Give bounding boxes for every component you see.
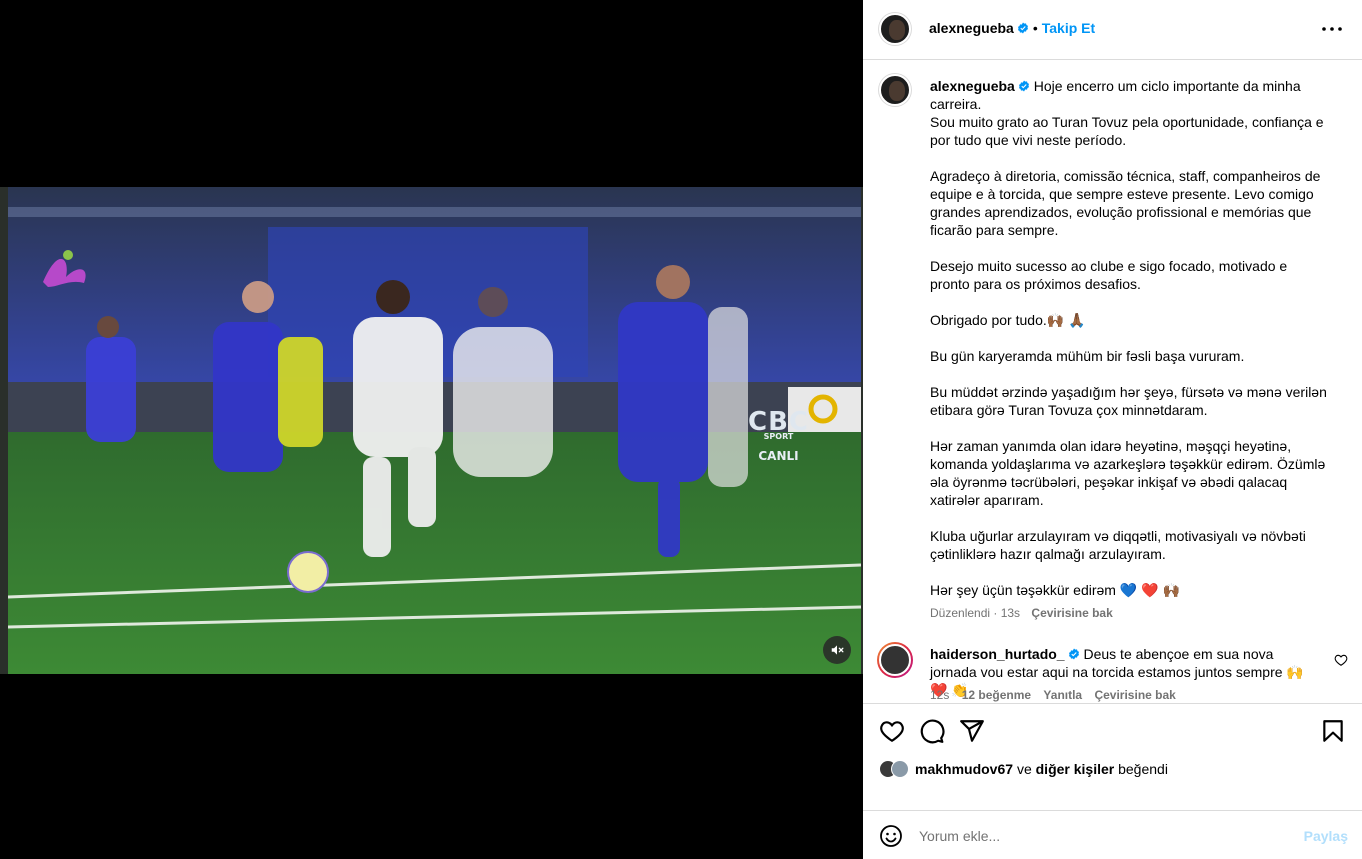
liker-avatar[interactable] [891,760,909,778]
caption-meta: Düzenlendi · 13s Çevirisine bak [930,606,1113,620]
channel-watermark: CBC SPORT CANLI [748,407,809,463]
emoji-icon[interactable] [879,824,903,848]
verified-badge-icon [1017,22,1028,34]
speaker-muted-icon [831,645,844,655]
likes-suffix: beğendi [1118,761,1168,777]
author-line: alexnegueba • Takip Et [929,20,1095,36]
caption-line: Desejo muito sucesso ao clube e sigo foc… [930,258,1288,292]
video-frame [8,187,861,674]
comment-bubble-icon[interactable] [919,718,945,744]
author-avatar[interactable] [879,13,911,45]
likes-text: makhmudov67 ve diğer kişiler beğendi [915,761,1168,777]
caption-line: Hər zaman yanımda olan idarə heyətinə, m… [930,438,1326,508]
more-options-icon[interactable] [1320,19,1344,39]
comment-meta: 12s 12 beğenme Yanıtla Çevirisine bak [930,688,1185,702]
instagram-post-modal: CBC SPORT CANLI alexnegueba • Takip Et a… [0,0,1362,859]
caption-line: Bu gün karyeramda mühüm bir fəsli başa v… [930,348,1245,364]
post-side-panel: alexnegueba • Takip Et alexnegueba Hoje … [863,0,1362,859]
post-actions: makhmudov67 ve diğer kişiler beğendi [863,703,1362,811]
caption-line: Hər şey üçün təşəkkür edirəm 💙 ❤️ 🙌🏾 [930,582,1180,598]
header-separator: • [1032,20,1038,36]
verified-badge-icon [1018,80,1029,92]
caption-first-line: alexnegueba Hoje encerro um ciclo import… [930,77,1330,113]
caption-line: Sou muito grato ao Turan Tovuz pela opor… [930,114,1324,148]
comment-likes-count[interactable]: 12 beğenme [962,688,1031,702]
like-heart-icon[interactable] [879,718,905,744]
share-send-icon[interactable] [959,718,985,744]
author-username[interactable]: alexnegueba [929,20,1014,36]
comment-input[interactable] [919,824,1289,848]
liker-username[interactable]: makhmudov67 [915,761,1013,777]
edited-timestamp: Düzenlendi · 13s [930,606,1021,620]
see-translation-link[interactable]: Çevirisine bak [1031,606,1112,620]
verified-badge-icon [1068,648,1079,660]
comment-item: haiderson_hurtado_ Deus te abençoe em su… [863,640,1362,704]
save-bookmark-icon[interactable] [1320,718,1346,744]
comment-like-heart-icon[interactable] [1334,653,1348,667]
likes-conj: ve [1016,761,1032,777]
commenter-username[interactable]: haiderson_hurtado_ [930,646,1065,662]
caption-username[interactable]: alexnegueba [930,78,1015,94]
media-viewer: CBC SPORT CANLI [0,0,863,859]
caption-line: Agradeço à diretoria, comissão técnica, … [930,168,1321,238]
post-comment-button[interactable]: Paylaş [1304,828,1348,844]
comment-see-translation-link[interactable]: Çevirisine bak [1094,688,1175,702]
post-video[interactable]: CBC SPORT CANLI [0,187,863,674]
reply-button[interactable]: Yanıtla [1043,688,1082,702]
likes-summary: makhmudov67 ve diğer kişiler beğendi [879,760,1168,778]
follow-button[interactable]: Takip Et [1042,20,1095,36]
comment-time: 12s [930,688,950,702]
caption-line: Obrigado por tudo.🙌🏾 🙏🏾 [930,312,1086,328]
caption-line: Bu müddət ərzində yaşadığım hər şeyə, fü… [930,384,1327,418]
caption-author-avatar[interactable] [879,74,911,106]
watermark-live: CANLI [758,449,799,463]
caption-line: Kluba uğurlar arzulayıram və diqqətli, m… [930,528,1306,562]
post-caption: alexnegueba Hoje encerro um ciclo import… [930,77,1330,599]
add-comment-bar: Paylaş [863,810,1362,859]
post-header: alexnegueba • Takip Et [863,0,1362,60]
caption-area: alexnegueba Hoje encerro um ciclo import… [863,60,1362,702]
other-likers-link[interactable]: diğer kişiler [1036,761,1115,777]
commenter-avatar[interactable] [877,642,913,678]
mute-toggle-button[interactable] [823,636,851,664]
